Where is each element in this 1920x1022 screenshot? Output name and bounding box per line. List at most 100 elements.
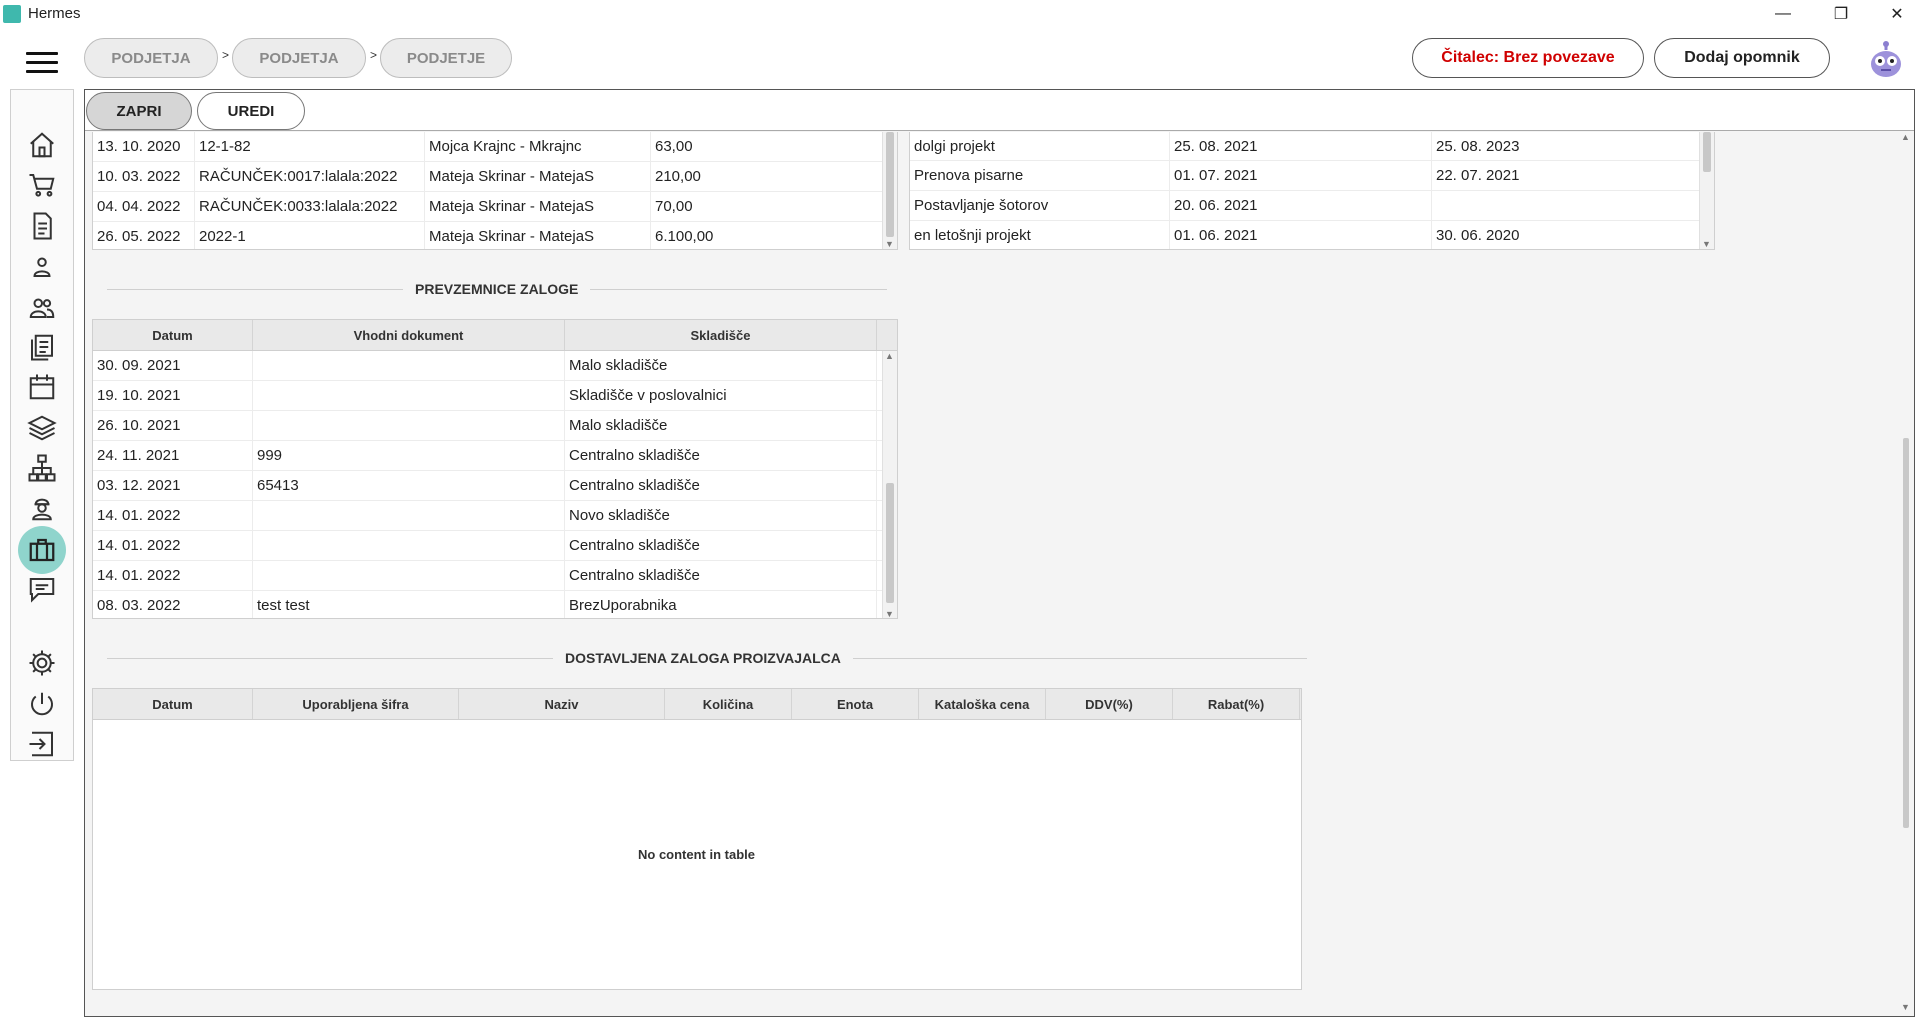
layers-icon[interactable] [25, 411, 59, 445]
manufacturer-stock-title: DOSTAVLJENA ZALOGA PROIZVAJALCA [553, 650, 853, 666]
table-cell: Mateja Skrinar - MatejaS [425, 222, 651, 249]
table-row[interactable]: Prenova pisarne 01. 07. 2021 22. 07. 202… [910, 161, 1714, 191]
table-row[interactable]: 13. 10. 2020 12-1-82 Mojca Krajnc - Mkra… [93, 132, 897, 162]
power-icon[interactable] [25, 687, 59, 721]
add-reminder-button[interactable]: Dodaj opomnik [1654, 38, 1830, 78]
table-cell: 63,00 [651, 132, 883, 161]
table-cell: 26. 05. 2022 [93, 222, 195, 249]
action-bar: ZAPRI UREDI [85, 90, 1914, 131]
close-button[interactable]: ZAPRI [86, 92, 192, 130]
column-header-warehouse[interactable]: Skladišče [565, 320, 877, 350]
documents-icon[interactable] [25, 330, 59, 364]
table-row[interactable]: 10. 03. 2022 RAČUNČEK:0017:lalala:2022 M… [93, 162, 897, 192]
table-row[interactable]: en letošnji projekt 01. 06. 2021 30. 06.… [910, 221, 1714, 249]
breadcrumb-separator: > [222, 48, 230, 62]
app-logo-icon [3, 5, 21, 23]
table-cell: Malo skladišče [565, 351, 877, 380]
table-row[interactable]: 08. 03. 2022 test test BrezUporabnika [93, 591, 897, 618]
table-cell: 14. 01. 2022 [93, 561, 253, 590]
briefcase-icon[interactable] [18, 526, 66, 574]
stock-receipts-scrollbar[interactable]: ▲ ▼ [882, 351, 897, 618]
invoices-scrollbar[interactable]: ▼ [882, 132, 897, 249]
gear-icon[interactable] [25, 646, 59, 680]
table-header: Datum Vhodni dokument Skladišče [93, 320, 897, 351]
table-cell: Mojca Krajnc - Mkrajnc [425, 132, 651, 161]
table-row[interactable]: 26. 05. 2022 2022-1 Mateja Skrinar - Mat… [93, 222, 897, 249]
table-cell: 26. 10. 2021 [93, 411, 253, 440]
minimize-button[interactable]: — [1760, 0, 1806, 28]
column-header-unit[interactable]: Enota [792, 689, 919, 719]
menu-icon[interactable] [26, 52, 58, 74]
chat-icon[interactable] [25, 572, 59, 606]
column-header-name[interactable]: Naziv [459, 689, 665, 719]
table-row[interactable]: 04. 04. 2022 RAČUNČEK:0033:lalala:2022 M… [93, 192, 897, 222]
people-icon[interactable] [25, 290, 59, 324]
main-panel: ZAPRI UREDI 13. 10. 2020 12-1-82 Mojca K… [84, 89, 1915, 1017]
sidebar [10, 89, 74, 761]
table-row[interactable]: 03. 12. 2021 65413 Centralno skladišče [93, 471, 897, 501]
table-cell: 30. 06. 2020 [1432, 221, 1700, 249]
table-cell: Skladišče v poslovalnici [565, 381, 877, 410]
table-row[interactable]: 14. 01. 2022 Centralno skladišče [93, 561, 897, 591]
table-cell: Centralno skladišče [565, 441, 877, 470]
table-cell: 999 [253, 441, 565, 470]
user-avatar-icon[interactable] [1868, 38, 1904, 78]
main-scrollbar[interactable]: ▲ ▼ [1900, 132, 1912, 1012]
table-cell: BrezUporabnika [565, 591, 877, 618]
column-header-catalog-price[interactable]: Kataloška cena [919, 689, 1046, 719]
column-header-quantity[interactable]: Količina [665, 689, 792, 719]
table-row[interactable]: 24. 11. 2021 999 Centralno skladišče [93, 441, 897, 471]
table-cell: 65413 [253, 471, 565, 500]
table-cell [253, 351, 565, 380]
column-header-date[interactable]: Datum [93, 320, 253, 350]
close-window-button[interactable]: ✕ [1874, 0, 1920, 28]
breadcrumb-item-3[interactable]: PODJETJE [380, 38, 512, 78]
projects-table: dolgi projekt 25. 08. 2021 25. 08. 2023 … [909, 132, 1715, 250]
calendar-icon[interactable] [25, 370, 59, 404]
restore-button[interactable]: ❐ [1818, 0, 1864, 28]
person-icon[interactable] [25, 249, 59, 283]
breadcrumb-item-2[interactable]: PODJETJA [232, 38, 366, 78]
table-row[interactable]: Postavljanje šotorov 20. 06. 2021 [910, 191, 1714, 221]
table-cell: 14. 01. 2022 [93, 531, 253, 560]
table-row[interactable]: 26. 10. 2021 Malo skladišče [93, 411, 897, 441]
table-row[interactable]: dolgi projekt 25. 08. 2021 25. 08. 2023 [910, 132, 1714, 161]
table-cell: Centralno skladišče [565, 531, 877, 560]
stock-receipts-title: PREVZEMNICE ZALOGE [403, 281, 591, 297]
table-cell: en letošnji projekt [910, 221, 1170, 249]
breadcrumb-item-1[interactable]: PODJETJA [84, 38, 218, 78]
empty-table-message: No content in table [638, 847, 755, 862]
table-cell: 19. 10. 2021 [93, 381, 253, 410]
table-row[interactable]: 30. 09. 2021 Malo skladišče [93, 351, 897, 381]
column-header-input-document[interactable]: Vhodni dokument [253, 320, 565, 350]
network-icon[interactable] [25, 451, 59, 485]
table-cell: RAČUNČEK:0033:lalala:2022 [195, 192, 425, 221]
table-cell: 20. 06. 2021 [1170, 191, 1432, 220]
reader-status-button[interactable]: Čitalec: Brez povezave [1412, 38, 1644, 78]
edit-button[interactable]: UREDI [197, 92, 305, 130]
table-row[interactable]: 14. 01. 2022 Novo skladišče [93, 501, 897, 531]
cart-icon[interactable] [25, 168, 59, 202]
column-header-date[interactable]: Datum [93, 689, 253, 719]
stock-receipts-table: Datum Vhodni dokument Skladišče 30. 09. … [92, 319, 898, 619]
logout-icon[interactable] [25, 727, 59, 761]
table-cell: 01. 07. 2021 [1170, 161, 1432, 190]
table-cell [253, 381, 565, 410]
manufacturer-stock-table: Datum Uporabljena šifra Naziv Količina E… [92, 688, 1302, 990]
table-row[interactable]: 19. 10. 2021 Skladišče v poslovalnici [93, 381, 897, 411]
column-header-code[interactable]: Uporabljena šifra [253, 689, 459, 719]
worker-icon[interactable] [25, 491, 59, 525]
table-cell: 6.100,00 [651, 222, 883, 249]
table-cell [253, 531, 565, 560]
table-cell: Malo skladišče [565, 411, 877, 440]
title-bar: Hermes — ❐ ✕ [0, 0, 1920, 28]
document-icon[interactable] [25, 209, 59, 243]
table-cell: 25. 08. 2021 [1170, 132, 1432, 160]
table-row[interactable]: 14. 01. 2022 Centralno skladišče [93, 531, 897, 561]
home-icon[interactable] [25, 128, 59, 162]
projects-scrollbar[interactable]: ▼ [1699, 132, 1714, 249]
table-cell: 30. 09. 2021 [93, 351, 253, 380]
column-header-discount[interactable]: Rabat(%) [1173, 689, 1300, 719]
table-cell: dolgi projekt [910, 132, 1170, 160]
column-header-vat[interactable]: DDV(%) [1046, 689, 1173, 719]
